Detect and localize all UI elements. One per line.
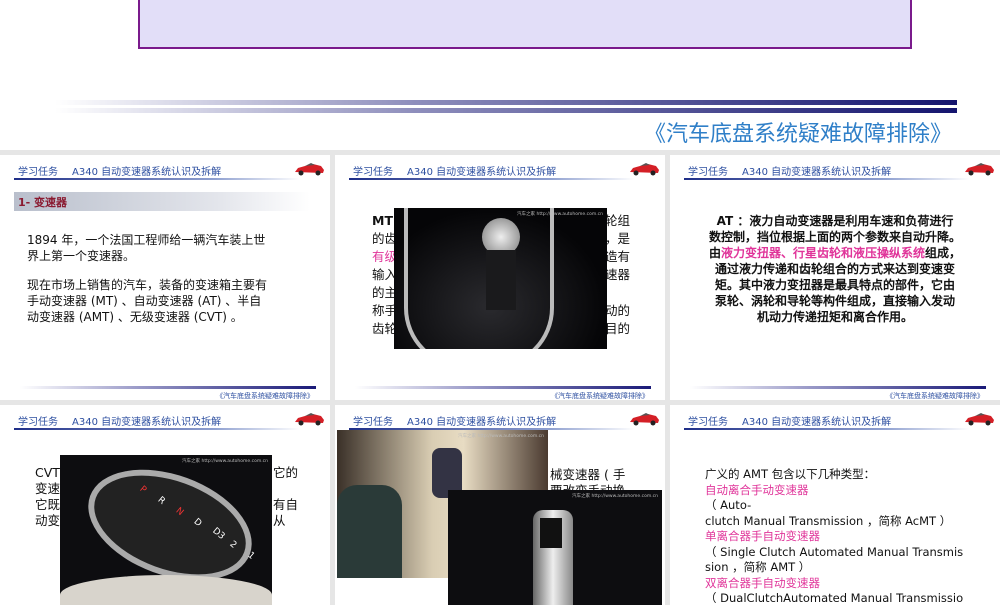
- slide-thumbnail-3[interactable]: 学习任务 A340 自动变速器系统认识及拆解 AT ：液力自动变速器是利用车速和负荷…: [670, 155, 1000, 400]
- mt-text-right: 造有: [605, 249, 631, 264]
- header-underline: [684, 428, 970, 430]
- footer-title: 《汽车底盘系统疑难故障排除》: [551, 392, 649, 400]
- header-underline: [14, 178, 300, 180]
- manual-shifter-photo: 汽车之家 http://www.autohome.com.cn: [394, 208, 607, 349]
- footer-line: [20, 386, 316, 389]
- slide-header: 学习任务 A340 自动变速器系统认识及拆解: [18, 417, 222, 428]
- mt-text-right: 动的: [605, 303, 631, 318]
- mt-text-right: 速器: [605, 267, 631, 282]
- text-line: 械变速器 ( 手: [550, 467, 626, 482]
- slide-thumbnail-1[interactable]: 学习任务 A340 自动变速器系统认识及拆解 1- 变速器 1894 年，一个法国工…: [0, 155, 330, 400]
- at-description: AT ：液力自动变速器是利用车速和负荷进行 数控制，挡位根据上面的两个参数来自动升…: [708, 214, 962, 324]
- amt-type-name: 双离合器手自动变速器: [705, 575, 820, 590]
- amt-type-name: 自动离合手动变速器: [705, 482, 809, 497]
- slide-header: 学习任务 A340 自动变速器系统认识及拆解: [353, 167, 557, 178]
- slide-header: 学习任务 A340 自动变速器系统认识及拆解: [353, 417, 557, 428]
- footer-title: 《汽车底盘系统疑难故障排除》: [886, 392, 984, 400]
- amt-types: 广义的 AMT 包含以下几种类型： 自动离合手动变速器（ Auto-clutch …: [705, 467, 964, 605]
- title-box: [138, 0, 912, 49]
- sport-shifter-photo: 汽车之家 http://www.autohome.com.cn: [448, 490, 662, 605]
- section-heading: 1- 变速器: [14, 192, 310, 211]
- header-underline: [349, 178, 635, 180]
- course-title: 《汽车底盘系统疑难故障排除》: [643, 122, 952, 147]
- header-underline: [14, 428, 300, 430]
- para-types: 现在市场上销售的汽车，装备的变速箱主要有 手动变速器 (MT) 、自动变速器 (A…: [27, 278, 268, 324]
- divider-line: [55, 108, 957, 113]
- mt-text-right: 目的: [605, 321, 631, 336]
- main-slide-bottom: 《汽车底盘系统疑难故障排除》: [0, 0, 1000, 150]
- amt-type-name: 单离合器手自动变速器: [705, 529, 820, 543]
- mt-text-right: ，是: [605, 231, 631, 246]
- mt-text-right: 轮组: [605, 213, 631, 228]
- divider-line: [55, 100, 957, 105]
- cvt-text-left: 动变: [35, 513, 61, 528]
- slide-header: 学习任务 A340 自动变速器系统认识及拆解: [688, 167, 892, 178]
- slide-thumbnail-2[interactable]: 学习任务 A340 自动变速器系统认识及拆解 MT 轮组 的齿 ，是 有级 造有 输入 速器 的主称…: [335, 155, 665, 400]
- cvt-text-left: 它既: [35, 497, 61, 512]
- slide-thumbnail-5[interactable]: 学习任务A340 自动变速器系统认识及拆解械变速器 ( 手要改变手动换 汽车之家…: [335, 405, 665, 605]
- red-car-icon: [630, 413, 659, 426]
- slide-thumbnail-6[interactable]: 学习任务 A340 自动变速器系统认识及拆解广义的 AMT 包含以下几种类型： 自动…: [670, 405, 1000, 605]
- cvt-text-right: 有自: [273, 497, 299, 512]
- red-car-icon: [965, 163, 994, 176]
- slide-thumbnail-4[interactable]: 学习任务 A340 自动变速器系统认识及拆解 CVT 它的变速 它既 有自动变 从 P R N D D…: [0, 405, 330, 605]
- cvt-shifter-photo: P R N D D3 2 1 汽车之家 http://www.autohome.com.cn: [60, 455, 272, 605]
- para-history: 1894 年，一个法国工程师给一辆汽车装上世 界上第一个变速器。: [27, 233, 266, 263]
- slide-header: 学习任务 A340 自动变速器系统认识及拆解: [688, 417, 892, 428]
- footer-line: [355, 386, 651, 389]
- footer-line: [690, 386, 986, 389]
- cvt-text-right: 从: [273, 513, 286, 528]
- red-car-icon: [295, 413, 324, 426]
- header-underline: [684, 178, 970, 180]
- red-car-icon: [965, 413, 994, 426]
- red-car-icon: [630, 163, 659, 176]
- cvt-text-right: 它的: [273, 465, 299, 480]
- cvt-text-left: CVT: [35, 465, 60, 480]
- red-car-icon: [295, 163, 324, 176]
- cvt-text-left: 变速: [35, 481, 61, 496]
- mt-text-left: MT: [372, 213, 393, 228]
- slide-header: 学习任务 A340 自动变速器系统认识及拆解: [18, 167, 222, 178]
- footer-title: 《汽车底盘系统疑难故障排除》: [216, 392, 314, 400]
